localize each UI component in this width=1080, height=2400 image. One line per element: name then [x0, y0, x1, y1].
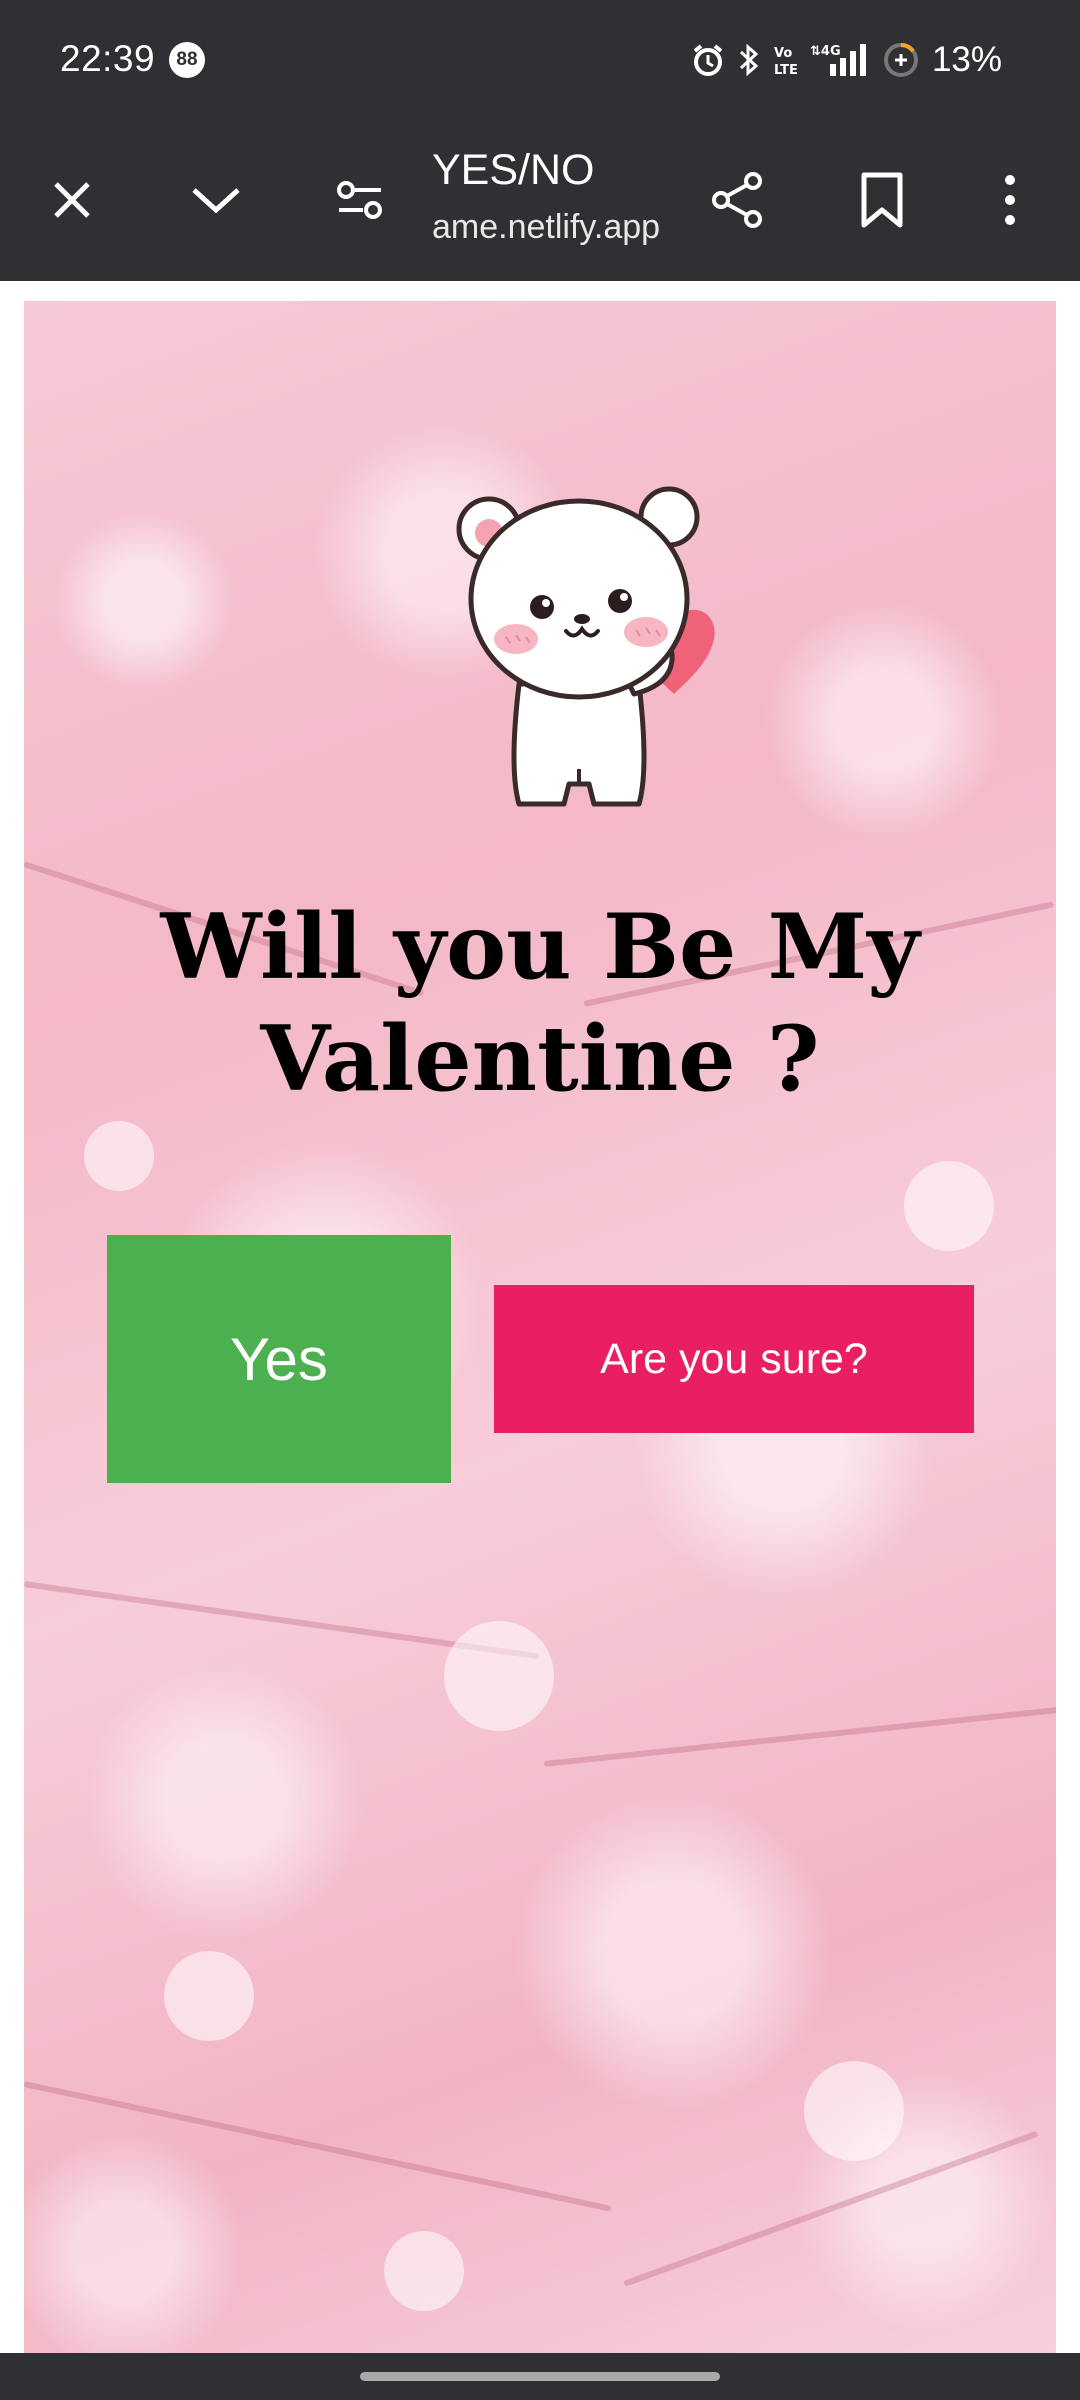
- chevron-down-icon: [188, 180, 244, 225]
- navigation-bar: [0, 2353, 1080, 2400]
- blossom-decoration: [904, 1161, 994, 1251]
- status-icons: Vo LTE ⇅4G 13%: [690, 40, 1002, 80]
- blossom-decoration: [804, 2061, 904, 2161]
- valentine-question-heading: Will you Be My Valentine ?: [160, 894, 920, 1112]
- page-settings-icon: [335, 178, 385, 227]
- 4g-signal-icon: ⇅4G: [810, 42, 872, 78]
- share-button[interactable]: [698, 162, 778, 242]
- blossom-decoration: [384, 2231, 464, 2311]
- home-gesture-handle[interactable]: [360, 2372, 720, 2381]
- minimize-tab-button[interactable]: [176, 162, 256, 242]
- svg-text:⇅4G: ⇅4G: [810, 44, 841, 59]
- cherry-blossom-background: Will you Be My Valentine ? Yes Are you s…: [24, 301, 1056, 2353]
- close-icon: [48, 176, 96, 229]
- page-settings-button[interactable]: [320, 162, 400, 242]
- branch-decoration: [24, 2081, 612, 2212]
- notification-count-badge: 88: [169, 42, 205, 78]
- svg-text:Vo: Vo: [774, 46, 792, 61]
- branch-decoration: [543, 1706, 1056, 1767]
- yes-button[interactable]: Yes: [107, 1235, 451, 1483]
- alarm-icon: [690, 42, 726, 78]
- blossom-decoration: [164, 1951, 254, 2041]
- status-time: 22:39: [60, 38, 156, 79]
- blossom-decoration: [84, 1121, 154, 1191]
- svg-text:LTE: LTE: [774, 63, 798, 78]
- bear-illustration: [424, 469, 744, 819]
- bookmark-button[interactable]: [842, 162, 922, 242]
- battery-percent: 13%: [931, 40, 1002, 79]
- browser-toolbar: YES/NO ame.netlify.app: [0, 124, 1080, 281]
- blossom-decoration: [444, 1621, 554, 1731]
- share-icon: [709, 171, 767, 234]
- web-page: Will you Be My Valentine ? Yes Are you s…: [0, 281, 1080, 2353]
- more-options-button[interactable]: [970, 162, 1050, 242]
- close-button[interactable]: [32, 162, 112, 242]
- volte-icon: Vo LTE: [772, 42, 800, 78]
- more-icon: [1003, 174, 1017, 231]
- no-button[interactable]: Are you sure?: [494, 1285, 974, 1433]
- page-title: YES/NO: [432, 146, 595, 194]
- bookmark-icon: [860, 172, 904, 233]
- battery-saver-icon: [882, 41, 920, 79]
- page-url: ame.netlify.app: [432, 208, 661, 246]
- status-bar: 22:39 88 Vo LTE ⇅4G 13%: [0, 0, 1080, 124]
- bluetooth-icon: [736, 42, 762, 78]
